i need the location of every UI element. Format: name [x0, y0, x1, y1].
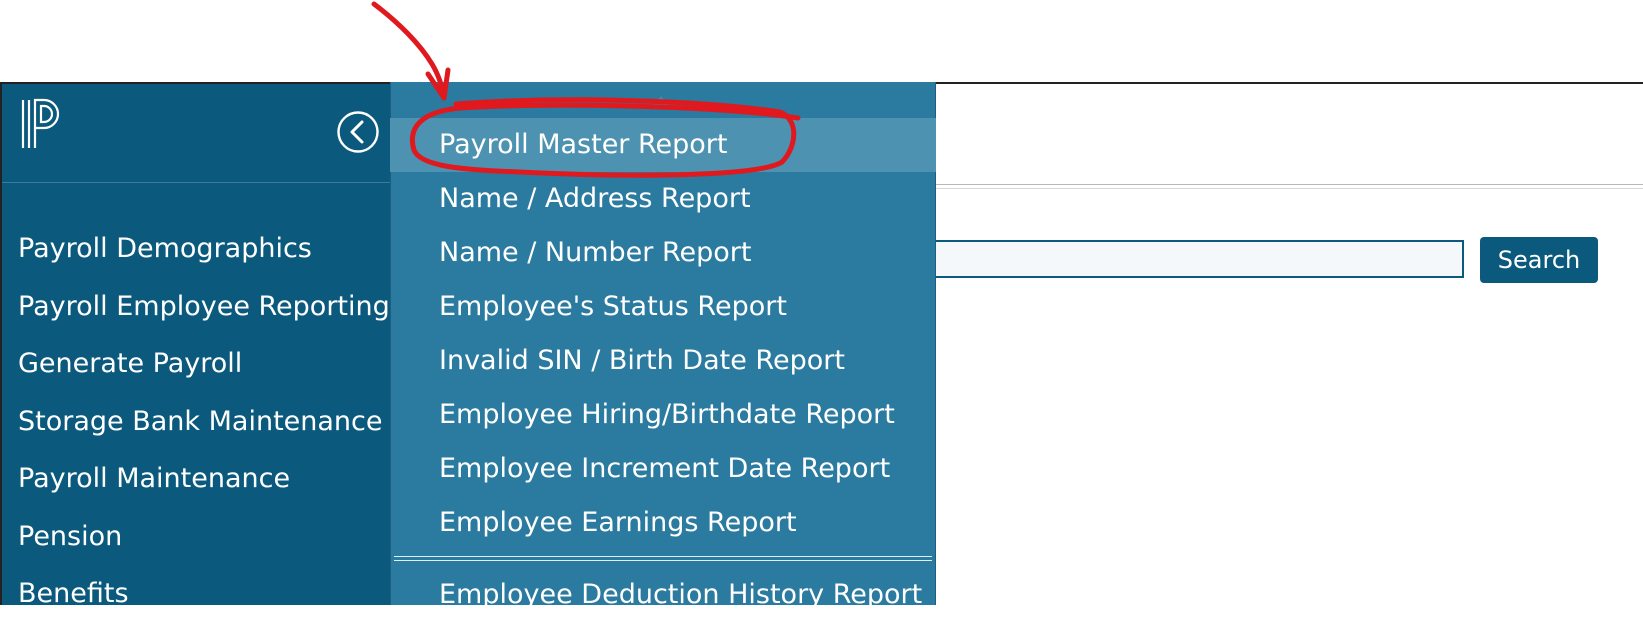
sidebar-item-storage-bank-maintenance[interactable]: Storage Bank Maintenance — [2, 393, 392, 451]
submenu-caret — [652, 96, 670, 106]
chevron-left-circle-icon[interactable] — [336, 110, 380, 154]
submenu-item-name-address-report[interactable]: Name / Address Report — [390, 172, 936, 226]
submenu-item-employee-earnings-report[interactable]: Employee Earnings Report — [390, 496, 936, 550]
submenu-item-employee-status-report[interactable]: Employee's Status Report — [390, 280, 936, 334]
submenu-item-payroll-master-report[interactable]: Payroll Master Report — [390, 118, 936, 172]
sidebar-item-payroll-maintenance[interactable]: Payroll Maintenance — [2, 450, 392, 508]
top-whitespace — [0, 0, 1643, 82]
submenu-item-name-number-report[interactable]: Name / Number Report — [390, 226, 936, 280]
search-button[interactable]: Search — [1480, 237, 1598, 283]
submenu-item-invalid-sin-birth-date-report[interactable]: Invalid SIN / Birth Date Report — [390, 334, 936, 388]
sidebar-item-payroll-demographics[interactable]: Payroll Demographics — [2, 220, 392, 278]
sidebar-item-generate-payroll[interactable]: Generate Payroll — [2, 335, 392, 393]
submenu-list: Payroll Master Report Name / Address Rep… — [390, 118, 936, 550]
sidebar-menu: Payroll Demographics Payroll Employee Re… — [2, 220, 392, 623]
sidebar: Payroll Demographics Payroll Employee Re… — [0, 84, 392, 609]
submenu-item-employee-increment-date-report[interactable]: Employee Increment Date Report — [390, 442, 936, 496]
sidebar-item-pension[interactable]: Pension — [2, 508, 392, 566]
sidebar-header — [2, 84, 392, 183]
submenu-divider — [394, 556, 932, 561]
sidebar-item-benefits[interactable]: Benefits — [2, 565, 392, 623]
submenu-item-employee-deduction-history-report[interactable]: Employee Deduction History Report — [390, 568, 936, 622]
powerschool-logo-icon[interactable] — [20, 98, 64, 150]
sidebar-item-payroll-employee-reporting[interactable]: Payroll Employee Reporting — [2, 278, 392, 336]
submenu-item-employee-hiring-birthdate-report[interactable]: Employee Hiring/Birthdate Report — [390, 388, 936, 442]
